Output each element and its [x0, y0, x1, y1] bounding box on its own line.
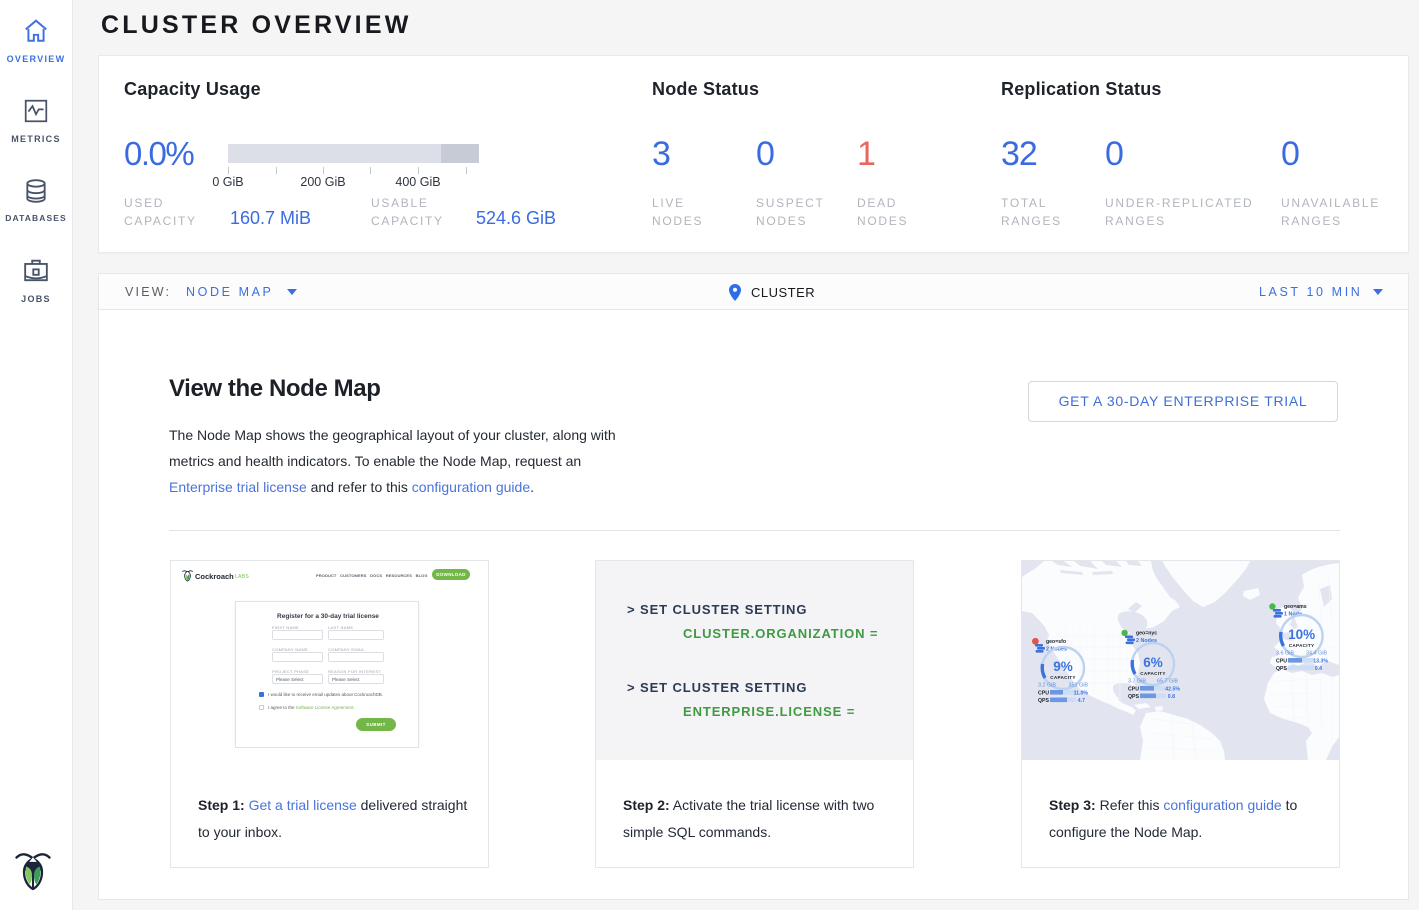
svg-text:13.3%: 13.3%: [1313, 659, 1328, 665]
svg-text:0.8: 0.8: [1168, 694, 1175, 700]
svg-text:CPU: CPU: [1038, 691, 1049, 697]
svg-text:QPS: QPS: [1276, 666, 1287, 672]
svg-text:351 GiB: 351 GiB: [1069, 683, 1089, 689]
svg-text:geo=sfo: geo=sfo: [1046, 639, 1066, 645]
svg-text:QPS: QPS: [1128, 694, 1139, 700]
svg-text:10%: 10%: [1288, 627, 1315, 642]
svg-text:geo=ams: geo=ams: [1284, 604, 1307, 610]
svg-text:3.2 GiB: 3.2 GiB: [1038, 683, 1056, 689]
svg-text:3.6 GiB: 3.6 GiB: [1276, 651, 1294, 657]
svg-text:42.5%: 42.5%: [1165, 687, 1180, 693]
svg-text:4.7: 4.7: [1078, 698, 1085, 704]
svg-text:0.4: 0.4: [1315, 666, 1322, 672]
svg-text:65.7 GiB: 65.7 GiB: [1157, 679, 1178, 685]
svg-text:CAPACITY: CAPACITY: [1289, 643, 1315, 648]
svg-text:9%: 9%: [1053, 659, 1073, 674]
svg-text:CPU: CPU: [1276, 659, 1287, 665]
svg-text:QPS: QPS: [1038, 698, 1049, 704]
svg-text:34.4 GiB: 34.4 GiB: [1306, 651, 1327, 657]
svg-text:CAPACITY: CAPACITY: [1140, 671, 1166, 676]
svg-text:CPU: CPU: [1128, 687, 1139, 693]
svg-text:6%: 6%: [1143, 655, 1163, 670]
svg-text:3.7 GiB: 3.7 GiB: [1128, 679, 1146, 685]
svg-text:11.0%: 11.0%: [1074, 691, 1089, 697]
svg-text:CAPACITY: CAPACITY: [1050, 675, 1076, 680]
svg-text:geo=nyc: geo=nyc: [1136, 631, 1157, 637]
